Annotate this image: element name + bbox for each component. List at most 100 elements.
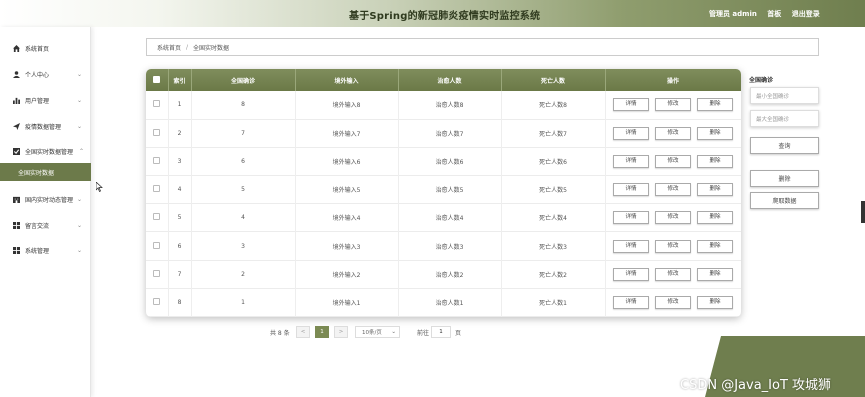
index-cell: 8 (168, 288, 192, 317)
send-icon (13, 122, 20, 130)
row-delete-button[interactable]: 删除 (697, 98, 733, 112)
sidebar-item-label: 系统首页 (25, 45, 50, 53)
detail-button[interactable]: 详情 (613, 98, 649, 112)
chevron-down-icon: ⌄ (77, 195, 83, 203)
row-delete-button[interactable]: 删除 (697, 154, 733, 168)
delete-button[interactable]: 删除 (750, 170, 819, 187)
edit-button[interactable]: 修改 (655, 126, 691, 140)
detail-button[interactable]: 详情 (613, 126, 649, 140)
table-row: 8 1 境外输入1 治愈人数1 死亡人数1 详情 修改 删除 (146, 288, 741, 317)
index-cell: 2 (168, 119, 192, 148)
sidebar-item-national[interactable]: 全国实时数据管理 ⌃ (0, 142, 91, 160)
row-delete-button[interactable]: 删除 (697, 295, 733, 309)
detail-button[interactable]: 详情 (613, 211, 649, 225)
edit-button[interactable]: 修改 (655, 239, 691, 253)
chart-icon (13, 97, 20, 104)
row-delete-button[interactable]: 删除 (697, 211, 733, 225)
edit-button[interactable]: 修改 (655, 154, 691, 168)
sidebar-item-messages[interactable]: 留言交流 ⌄ (0, 216, 91, 234)
row-select-cell[interactable] (146, 119, 169, 148)
cured-cell: 治愈人数7 (398, 119, 502, 148)
sidebar: 系统首页 个人中心 ⌄ 用户管理 ⌄ 疫情数据管理 ⌄ 全国实时数据管理 ⌃ 全… (0, 27, 91, 397)
row-checkbox[interactable] (153, 269, 161, 277)
cured-cell: 治愈人数5 (398, 175, 502, 204)
search-button[interactable]: 查询 (750, 137, 819, 154)
dead-cell: 死亡人数1 (501, 288, 606, 317)
edit-button[interactable]: 修改 (655, 295, 691, 309)
row-checkbox[interactable] (153, 100, 161, 108)
row-select-cell[interactable] (146, 203, 169, 232)
detail-button[interactable]: 详情 (613, 267, 649, 281)
page-number-button[interactable]: 1 (315, 326, 329, 338)
column-header: 境外输入 (295, 69, 399, 91)
table-row: 1 8 境外输入8 治愈人数8 死亡人数8 详情 修改 删除 (146, 91, 741, 120)
row-select-cell[interactable] (146, 260, 169, 289)
edit-button[interactable]: 修改 (655, 267, 691, 281)
row-checkbox[interactable] (153, 128, 161, 136)
edit-button[interactable]: 修改 (655, 211, 691, 225)
imported-cell: 境外输入5 (295, 175, 399, 204)
chevron-down-icon: ⌄ (77, 122, 83, 130)
sidebar-subitem-national-data[interactable]: 全国实时数据 (0, 163, 91, 181)
goto-label: 前往 (417, 330, 430, 337)
row-checkbox[interactable] (153, 241, 161, 249)
sidebar-item-domestic[interactable]: 国内实时动态管理 ⌄ (0, 190, 91, 208)
sidebar-item-home[interactable]: 系统首页 (0, 39, 91, 57)
min-confirmed-input[interactable]: 最小全国确诊 (750, 87, 819, 104)
row-select-cell[interactable] (146, 175, 169, 204)
select-all-checkbox[interactable] (153, 75, 161, 83)
sidebar-item-system[interactable]: 系统管理 ⌄ (0, 241, 91, 259)
chevron-down-icon: ⌄ (391, 329, 396, 335)
home-link[interactable]: 首板 (767, 10, 781, 18)
logout-link[interactable]: 退出登录 (792, 10, 820, 18)
sidebar-subitem-label: 全国实时数据 (18, 169, 55, 177)
sidebar-item-users[interactable]: 用户管理 ⌄ (0, 91, 91, 109)
next-page-button[interactable]: > (334, 326, 348, 338)
index-cell: 1 (168, 91, 192, 120)
edit-button[interactable]: 修改 (655, 98, 691, 112)
detail-button[interactable]: 详情 (613, 239, 649, 253)
watermark: CSDN @Java_IoT 攻城狮 (680, 378, 832, 393)
row-select-cell[interactable] (146, 288, 169, 317)
row-checkbox[interactable] (153, 297, 161, 305)
row-delete-button[interactable]: 删除 (697, 239, 733, 253)
confirmed-cell: 2 (191, 260, 296, 289)
fetch-data-button[interactable]: 爬取数据 (750, 192, 819, 209)
sidebar-item-label: 疫情数据管理 (25, 123, 62, 131)
chevron-down-icon: ⌄ (77, 70, 83, 78)
sidebar-item-profile[interactable]: 个人中心 ⌄ (0, 65, 91, 83)
admin-label: 管理员 admin (709, 10, 757, 18)
row-checkbox[interactable] (153, 213, 161, 221)
detail-button[interactable]: 详情 (613, 183, 649, 197)
scrollbar-tab[interactable] (861, 201, 865, 223)
row-select-cell[interactable] (146, 231, 169, 261)
sidebar-item-epidemic[interactable]: 疫情数据管理 ⌄ (0, 117, 91, 135)
imported-cell: 境外输入8 (295, 91, 399, 120)
max-confirmed-input[interactable]: 最大全国确诊 (750, 110, 819, 127)
row-checkbox[interactable] (153, 156, 161, 164)
row-select-cell[interactable] (146, 147, 169, 176)
detail-button[interactable]: 详情 (613, 154, 649, 168)
imported-cell: 境外输入2 (295, 260, 399, 289)
grid-icon (13, 221, 20, 229)
column-header: 操作 (605, 69, 741, 91)
goto-page-input[interactable]: 1 (431, 326, 451, 338)
actions-cell: 详情 修改 删除 (605, 147, 741, 176)
select-all-header[interactable] (146, 69, 169, 91)
sidebar-item-label: 国内实时动态管理 (25, 196, 74, 204)
confirmed-cell: 4 (191, 203, 296, 232)
page-size-select[interactable]: 10条/页 ⌄ (355, 326, 400, 338)
row-checkbox[interactable] (153, 185, 161, 193)
actions-cell: 详情 修改 删除 (605, 119, 741, 148)
row-delete-button[interactable]: 删除 (697, 183, 733, 197)
sidebar-item-label: 系统管理 (25, 247, 50, 255)
row-delete-button[interactable]: 删除 (697, 267, 733, 281)
breadcrumb-home[interactable]: 系统首页 (157, 43, 181, 52)
row-select-cell[interactable] (146, 91, 169, 120)
row-delete-button[interactable]: 删除 (697, 126, 733, 140)
index-cell: 7 (168, 260, 192, 289)
detail-button[interactable]: 详情 (613, 295, 649, 309)
actions-cell: 详情 修改 删除 (605, 260, 741, 289)
edit-button[interactable]: 修改 (655, 183, 691, 197)
prev-page-button[interactable]: < (296, 326, 310, 338)
